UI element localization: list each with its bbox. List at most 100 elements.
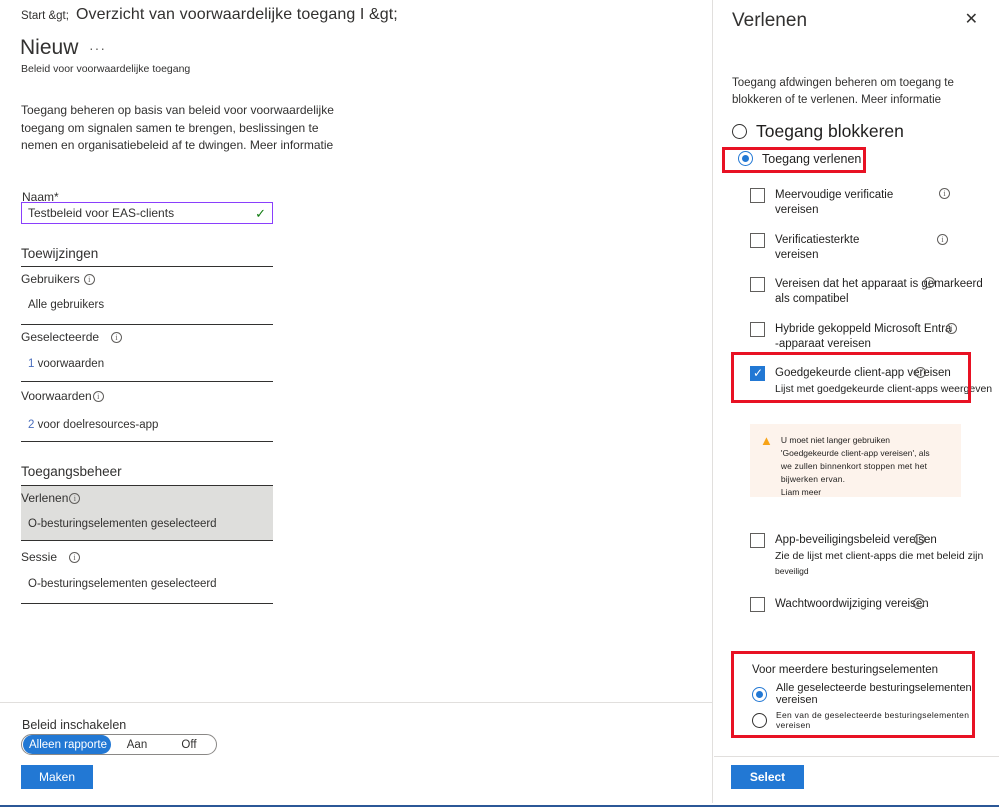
toggle-option-off[interactable]: Off <box>163 735 215 754</box>
radio-circle-icon <box>732 124 747 139</box>
screen-root: Start &gt; Overzicht van voorwaardelijke… <box>0 0 999 807</box>
control-require-mfa[interactable]: Meervoudige verificatie vereisen <box>750 188 893 218</box>
radio-require-one-control[interactable]: Een van de geselecteerde besturingseleme… <box>752 710 999 730</box>
multi-controls-title: Voor meerdere besturingselementen <box>752 664 939 676</box>
toggle-option-report-only[interactable]: Alleen rapporte <box>23 735 111 754</box>
deprecation-warning: ▲ U moet niet langer gebruiken 'Goedgeke… <box>750 424 961 497</box>
info-icon[interactable]: i <box>69 492 81 504</box>
warning-learn-more-link[interactable]: Liam meer <box>781 487 821 497</box>
access-controls-heading: Toegangsbeheer <box>21 464 122 479</box>
control-require-password-change[interactable]: Wachtwoordwijziging vereisen <box>750 597 929 612</box>
selected-label: Geselecteerde <box>21 330 100 344</box>
checkbox-icon[interactable] <box>750 597 765 612</box>
divider <box>21 324 273 325</box>
control-require-hybrid-joined-device[interactable]: Hybride gekoppeld Microsoft Entra -appar… <box>750 322 951 352</box>
breadcrumb: Start &gt; Overzicht van voorwaardelijke… <box>21 6 398 24</box>
warning-line3: we zullen binnenkort stoppen met het bij… <box>780 461 928 484</box>
session-label-row: Sessie i <box>21 550 81 564</box>
select-button[interactable]: Select <box>731 765 804 789</box>
divider <box>21 266 273 267</box>
name-input-wrapper[interactable]: ✓ <box>21 202 273 224</box>
close-icon[interactable]: ✕ <box>965 12 978 28</box>
blade-title: Verlenen <box>732 10 808 31</box>
info-icon[interactable]: i <box>83 273 95 285</box>
info-icon[interactable]: i <box>915 367 926 378</box>
radio-block-access[interactable]: Toegang blokkeren <box>732 121 904 142</box>
radio-grant-access[interactable]: Toegang verlenen <box>726 147 869 170</box>
checkbox-icon[interactable] <box>750 277 765 292</box>
page-title: Nieuw <box>20 36 79 59</box>
control-label-line1: Meervoudige verificatie <box>775 189 894 201</box>
control-label-line1: App-beveiligingsbeleid vereisen <box>775 534 937 546</box>
more-options-button[interactable]: ··· <box>89 40 106 56</box>
info-icon[interactable]: i <box>913 598 924 609</box>
session-value[interactable]: O-besturingselementen geselecteerd <box>28 578 217 590</box>
enable-policy-toggle[interactable]: Alleen rapporte Aan Off <box>21 734 217 755</box>
control-sublink[interactable]: Lijst met goedgekeurde client-apps weerg… <box>775 382 992 397</box>
divider <box>21 603 273 604</box>
control-require-compliant-device[interactable]: Vereisen dat het apparaat is gemarkeerd … <box>750 277 983 307</box>
grant-value[interactable]: O-besturingselementen geselecteerd <box>28 518 217 530</box>
breadcrumb-overview[interactable]: Overzicht van voorwaardelijke toegang I … <box>76 6 398 24</box>
footer-divider <box>0 702 713 703</box>
control-label-line2: vereisen <box>775 249 819 261</box>
conditions-value[interactable]: 2 voor doelresources-app <box>28 419 158 431</box>
intro-description: Toegang beheren op basis van beleid voor… <box>21 103 334 152</box>
assignments-heading: Toewijzingen <box>21 246 99 261</box>
warning-line1: U moet niet langer gebruiken <box>780 435 891 445</box>
enable-policy-label: Beleid inschakelen <box>22 718 127 732</box>
control-label-line1: Verificatiesterkte <box>775 234 860 246</box>
breadcrumb-start[interactable]: Start &gt; <box>21 10 69 22</box>
conditions-label-row: Voorwaarden i <box>21 389 104 403</box>
checkbox-checked-icon[interactable] <box>750 365 765 381</box>
info-icon[interactable]: i <box>111 331 123 343</box>
info-icon[interactable]: i <box>69 551 81 563</box>
warning-triangle-icon: ▲ <box>760 433 773 448</box>
control-label-line1: Hybride gekoppeld Microsoft Entra <box>775 323 952 335</box>
conditions-label: Voorwaarden <box>21 389 92 403</box>
info-icon[interactable]: i <box>914 534 925 545</box>
toggle-option-on[interactable]: Aan <box>111 735 163 754</box>
info-icon[interactable]: i <box>937 234 948 245</box>
info-icon[interactable]: i <box>939 188 950 199</box>
divider <box>21 381 273 382</box>
users-label: Gebruikers <box>21 272 80 286</box>
selected-label-row: Geselecteerde i <box>21 330 123 344</box>
control-require-app-protection-policy[interactable]: App-beveiligingsbeleid vereisen Zie de l… <box>750 533 983 579</box>
radio-circle-selected-icon <box>752 686 767 702</box>
radio-block-access-label: Toegang blokkeren <box>756 121 904 141</box>
create-button[interactable]: Maken <box>21 765 93 789</box>
name-input[interactable] <box>22 206 256 220</box>
control-label-line1: Wachtwoordwijziging vereisen <box>775 598 929 610</box>
radio-require-all-controls[interactable]: Alle geselecteerde besturingselementen v… <box>752 682 999 706</box>
checkbox-icon[interactable] <box>750 533 765 548</box>
users-label-row: Gebruikers i <box>21 272 95 286</box>
checkbox-icon[interactable] <box>750 188 765 203</box>
checkbox-icon[interactable] <box>750 322 765 337</box>
control-label-line2: -apparaat vereisen <box>775 338 871 350</box>
divider <box>21 540 273 541</box>
radio-require-all-controls-label: Alle geselecteerde besturingselementen v… <box>776 682 972 706</box>
info-icon[interactable]: i <box>92 390 104 402</box>
control-require-auth-strength[interactable]: Verificatiesterkte vereisen <box>750 233 859 263</box>
control-require-approved-client-app[interactable]: Goedgekeurde client-app vereisen Lijst m… <box>750 365 992 397</box>
control-label-line2: vereisen <box>775 204 819 216</box>
checkmark-icon: ✓ <box>255 205 266 221</box>
selected-conditions-value[interactable]: 1 voorwaarden <box>28 358 104 370</box>
session-label: Sessie <box>21 550 58 564</box>
warning-line2: 'Goedgekeurde client-app vereisen', als <box>780 448 930 458</box>
info-icon[interactable]: i <box>946 323 957 334</box>
radio-circle-selected-icon <box>738 151 753 166</box>
policy-form-panel: Start &gt; Overzicht van voorwaardelijke… <box>0 0 713 807</box>
control-sublink-2[interactable]: beveiligd <box>775 564 983 579</box>
divider <box>21 441 273 442</box>
info-icon[interactable]: i <box>924 277 935 288</box>
control-label-line2: als compatibel <box>775 293 849 305</box>
control-sublink[interactable]: Zie de lijst met client-apps die met bel… <box>775 549 983 564</box>
conditions-text: voor doelresources-app <box>34 419 159 431</box>
checkbox-icon[interactable] <box>750 233 765 248</box>
grant-label: Verlenen <box>21 491 69 505</box>
page-subtitle: Beleid voor voorwaardelijke toegang <box>21 63 191 75</box>
users-value[interactable]: Alle gebruikers <box>28 299 104 311</box>
radio-require-one-control-label: Een van de geselecteerde besturingseleme… <box>776 710 970 730</box>
